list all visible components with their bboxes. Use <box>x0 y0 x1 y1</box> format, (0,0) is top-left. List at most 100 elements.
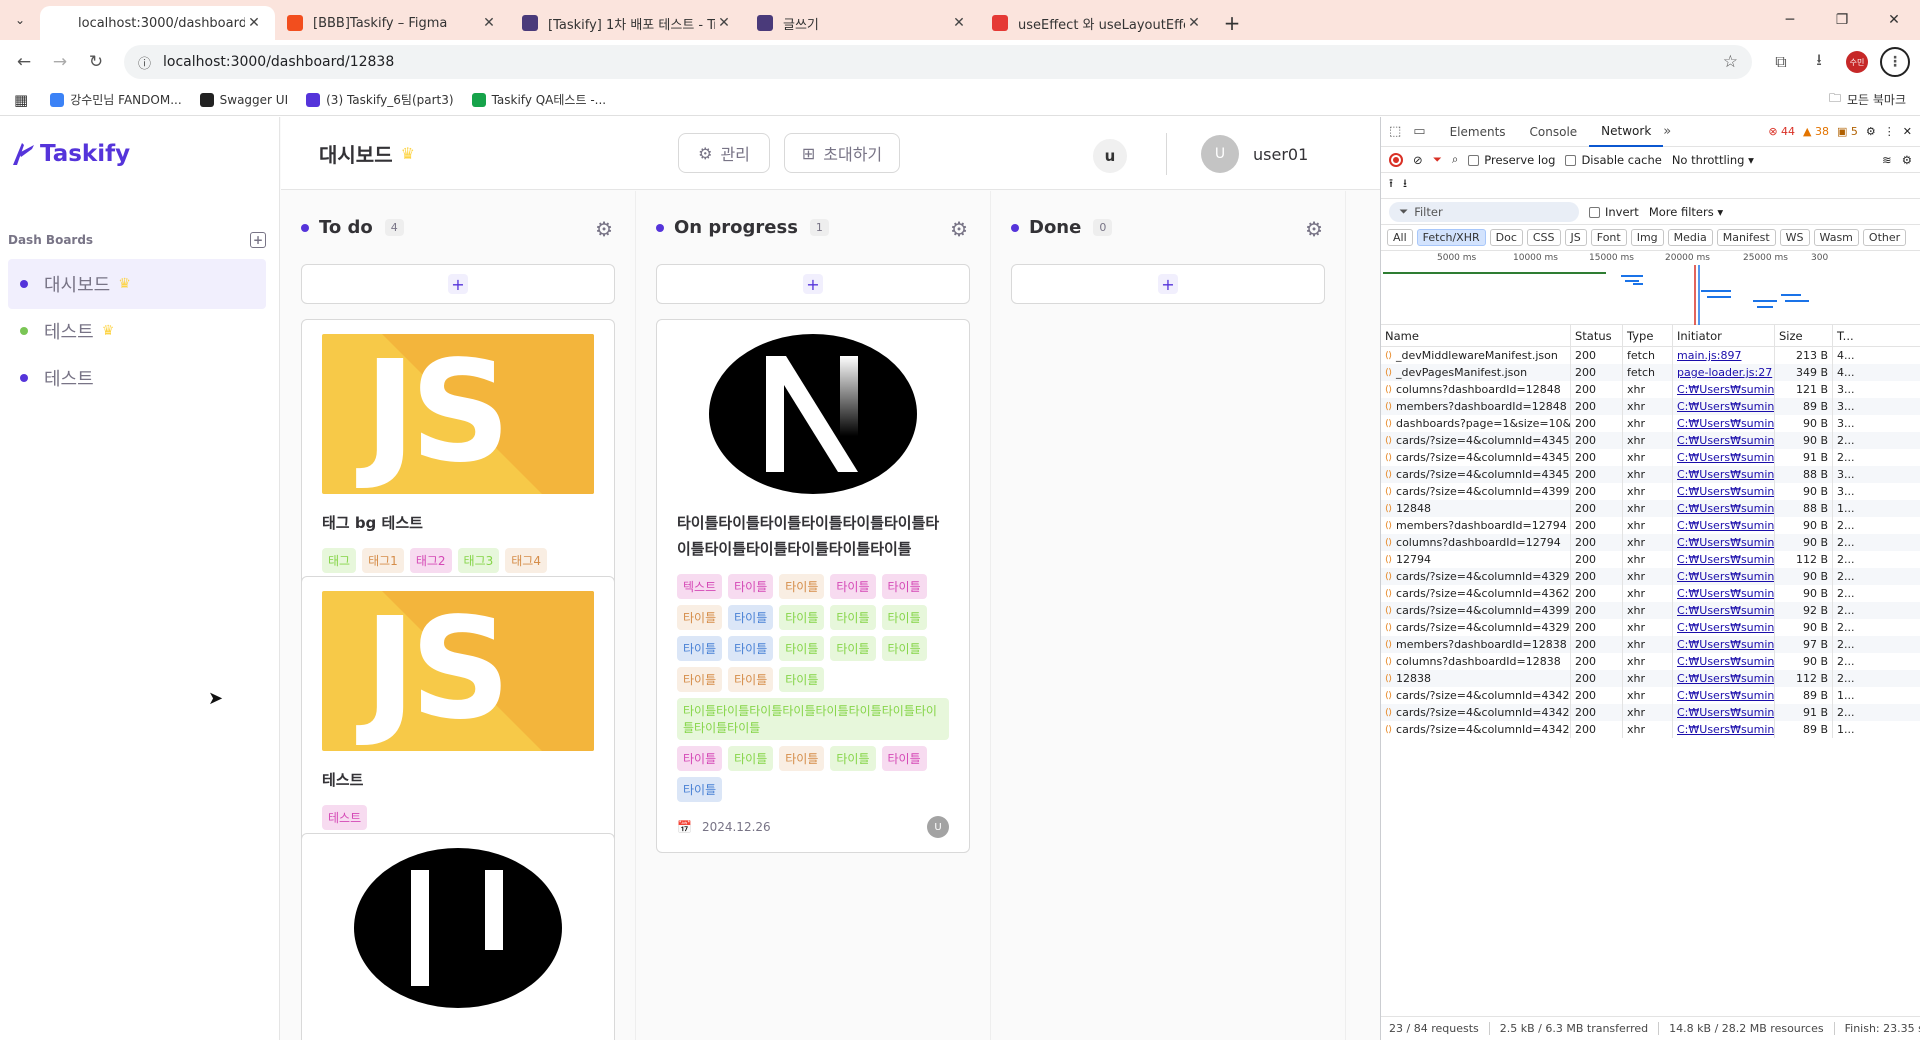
request-cell[interactable]: C:₩Users₩sumin <box>1673 602 1775 619</box>
bookmark-item[interactable]: 강수민님 FANDOM... <box>50 91 182 108</box>
add-card-button[interactable]: + <box>1011 264 1325 304</box>
inspect-element-icon[interactable]: ⬚ <box>1389 124 1401 139</box>
request-row[interactable]: ⟨⟩ cards/?size=4&columnId=43427 200 xhr C:₩U… <box>1381 687 1920 704</box>
close-devtools-icon[interactable]: ✕ <box>1903 125 1912 138</box>
device-toolbar-icon[interactable]: ▭ <box>1413 124 1425 139</box>
request-row[interactable]: ⟨⟩ members?dashboardId=12838 200 xhr C:₩User… <box>1381 636 1920 653</box>
request-row[interactable]: ⟨⟩ cards/?size=4&columnId=43428 200 xhr C:₩U… <box>1381 721 1920 738</box>
sidebar-dashboard-item[interactable]: 테스트 <box>8 353 266 403</box>
bookmark-item[interactable]: Taskify QA테스트 -... <box>471 91 606 108</box>
filter-funnel-icon[interactable]: ⏷ <box>1433 152 1442 167</box>
resource-type-button[interactable]: Doc <box>1489 229 1523 246</box>
record-stop-icon[interactable] <box>1389 152 1403 167</box>
manage-button[interactable]: ⚙ 관리 <box>678 133 770 173</box>
request-row[interactable]: ⟨⟩ members?dashboardId=12794 200 xhr C:₩User… <box>1381 517 1920 534</box>
request-cell[interactable]: C:₩Users₩sumin <box>1673 568 1775 585</box>
request-row[interactable]: ⟨⟩ members?dashboardId=12848 200 xhr C:₩User… <box>1381 398 1920 415</box>
request-cell[interactable]: C:₩Users₩sumin <box>1673 381 1775 398</box>
table-column-header[interactable]: Name <box>1381 325 1571 346</box>
import-har-icon[interactable]: ⭱ <box>1389 176 1393 195</box>
more-tabs-icon[interactable]: » <box>1663 124 1671 139</box>
back-arrow-icon[interactable]: ← <box>8 46 40 78</box>
tab-search-chevron-icon[interactable]: ⌄ <box>0 0 40 40</box>
add-card-button[interactable]: + <box>301 264 615 304</box>
resource-type-button[interactable]: Img <box>1630 229 1664 246</box>
request-cell[interactable]: C:₩Users₩sumin <box>1673 483 1775 500</box>
member-avatar[interactable]: u <box>1091 137 1129 175</box>
sidebar-dashboard-item[interactable]: 테스트 ♛ <box>8 306 266 356</box>
request-row[interactable]: ⟨⟩ cards/?size=4&columnId=43293 200 xhr C:₩U… <box>1381 568 1920 585</box>
resource-type-button[interactable]: Manifest <box>1716 229 1776 246</box>
request-row[interactable]: ⟨⟩ 12848 200 xhr C:₩Users₩sumin 88 B 1... <box>1381 500 1920 517</box>
resource-type-button[interactable]: Fetch/XHR <box>1416 229 1486 246</box>
table-column-header[interactable]: Type <box>1623 325 1673 346</box>
request-cell[interactable]: C:₩Users₩sumin <box>1673 636 1775 653</box>
address-bar[interactable]: ⓘ localhost:3000/dashboard/12838 ☆ <box>124 45 1752 79</box>
column-settings-gear-icon[interactable]: ⚙ <box>1305 217 1323 241</box>
export-har-icon[interactable]: ⭳ <box>1403 176 1407 195</box>
network-conditions-icon[interactable]: ≋ <box>1882 153 1892 167</box>
resource-type-button[interactable]: All <box>1387 229 1413 246</box>
request-cell[interactable]: C:₩Users₩sumin <box>1673 653 1775 670</box>
extensions-puzzle-icon[interactable]: ⧉ <box>1764 45 1798 79</box>
request-row[interactable]: ⟨⟩ cards/?size=4&columnId=43625 200 xhr C:₩U… <box>1381 585 1920 602</box>
new-tab-button[interactable]: + <box>1215 6 1249 40</box>
more-filters-dropdown[interactable]: More filters ▾ <box>1649 205 1723 219</box>
resource-type-button[interactable]: WS <box>1779 229 1810 246</box>
request-row[interactable]: ⟨⟩ cards/?size=4&columnId=43995 200 xhr C:₩U… <box>1381 602 1920 619</box>
clear-log-icon[interactable]: ⊘ <box>1413 153 1423 167</box>
column-settings-gear-icon[interactable]: ⚙ <box>950 217 968 241</box>
request-row[interactable]: ⟨⟩ cards/?size=4&columnId=43457 200 xhr C:₩U… <box>1381 432 1920 449</box>
browser-tab[interactable]: localhost:3000/dashboard/128✕ <box>40 6 275 40</box>
browser-tab[interactable]: useEffect 와 useLayoutEffect ✕ <box>980 6 1215 40</box>
bookmark-item[interactable]: Swagger UI <box>199 91 288 108</box>
request-row[interactable]: ⟨⟩ 12794 200 xhr C:₩Users₩sumin 112 B 2... <box>1381 551 1920 568</box>
chrome-menu-icon[interactable]: ⋮ <box>1878 45 1912 79</box>
add-dashboard-icon[interactable]: + <box>250 232 266 248</box>
request-row[interactable]: ⟨⟩ _devMiddlewareManifest.json 200 fetch mai… <box>1381 347 1920 364</box>
download-icon[interactable]: ⭳ <box>1802 45 1836 79</box>
table-column-header[interactable]: T... <box>1833 325 1920 346</box>
browser-tab[interactable]: 글쓰기 ✕ <box>745 6 980 40</box>
request-row[interactable]: ⟨⟩ columns?dashboardId=12794 200 xhr C:₩User… <box>1381 534 1920 551</box>
network-overview-timeline[interactable]: 5000 ms 10000 ms 15000 ms 20000 ms 25000 ms 3… <box>1381 251 1920 325</box>
tab-close-icon[interactable]: ✕ <box>1185 15 1203 31</box>
invert-checkbox[interactable]: Invert <box>1589 205 1639 219</box>
sidebar-dashboard-item[interactable]: 대시보드 ♛ <box>8 259 266 309</box>
request-cell[interactable]: C:₩Users₩sumin <box>1673 415 1775 432</box>
request-cell[interactable]: page-loader.js:27 <box>1673 364 1775 381</box>
request-cell[interactable]: C:₩Users₩sumin <box>1673 466 1775 483</box>
site-info-icon[interactable]: ⓘ <box>138 53 151 72</box>
request-row[interactable]: ⟨⟩ 12838 200 xhr C:₩Users₩sumin 112 B 2... <box>1381 670 1920 687</box>
search-icon[interactable]: ⌕ <box>1452 152 1458 167</box>
table-column-header[interactable]: Size <box>1775 325 1833 346</box>
tab-close-icon[interactable]: ✕ <box>950 15 968 31</box>
request-row[interactable]: ⟨⟩ columns?dashboardId=12838 200 xhr C:₩User… <box>1381 653 1920 670</box>
tab-close-icon[interactable]: ✕ <box>245 15 263 31</box>
request-cell[interactable]: C:₩Users₩sumin <box>1673 432 1775 449</box>
request-row[interactable]: ⟨⟩ cards/?size=4&columnId=43429 200 xhr C:₩U… <box>1381 704 1920 721</box>
resource-type-button[interactable]: Media <box>1667 229 1713 246</box>
task-card[interactable] <box>301 833 615 1040</box>
request-row[interactable]: ⟨⟩ _devPagesManifest.json 200 fetch page-loa… <box>1381 364 1920 381</box>
browser-tab[interactable]: [Taskify] 1차 배포 테스트 - Tro ✕ <box>510 6 745 40</box>
resource-type-button[interactable]: Other <box>1862 229 1907 246</box>
tab-close-icon[interactable]: ✕ <box>715 15 733 31</box>
kebab-menu-icon[interactable]: ⋮ <box>1884 125 1895 138</box>
devtools-tab[interactable]: Elements <box>1438 117 1518 147</box>
restore-icon[interactable]: ❐ <box>1816 0 1868 40</box>
resource-type-button[interactable]: CSS <box>1526 229 1561 246</box>
all-bookmarks-folder[interactable]: 🗀 모든 북마크 <box>1829 89 1906 110</box>
browser-tab[interactable]: [BBB]Taskify – Figma ✕ <box>275 6 510 40</box>
minimize-icon[interactable]: ─ <box>1764 0 1816 40</box>
resource-type-button[interactable]: Wasm <box>1813 229 1859 246</box>
request-cell[interactable]: C:₩Users₩sumin <box>1673 517 1775 534</box>
request-row[interactable]: ⟨⟩ cards/?size=4&columnId=43459 200 xhr C:₩U… <box>1381 449 1920 466</box>
network-settings-icon[interactable]: ⚙ <box>1902 153 1912 167</box>
table-column-header[interactable]: Status <box>1571 325 1623 346</box>
taskify-logo[interactable]: Taskify <box>10 139 130 169</box>
request-row[interactable]: ⟨⟩ cards/?size=4&columnId=43294 200 xhr C:₩U… <box>1381 619 1920 636</box>
request-cell[interactable]: C:₩Users₩sumin <box>1673 534 1775 551</box>
request-cell[interactable]: C:₩Users₩sumin <box>1673 551 1775 568</box>
profile-avatar[interactable]: 수민 <box>1840 45 1874 79</box>
